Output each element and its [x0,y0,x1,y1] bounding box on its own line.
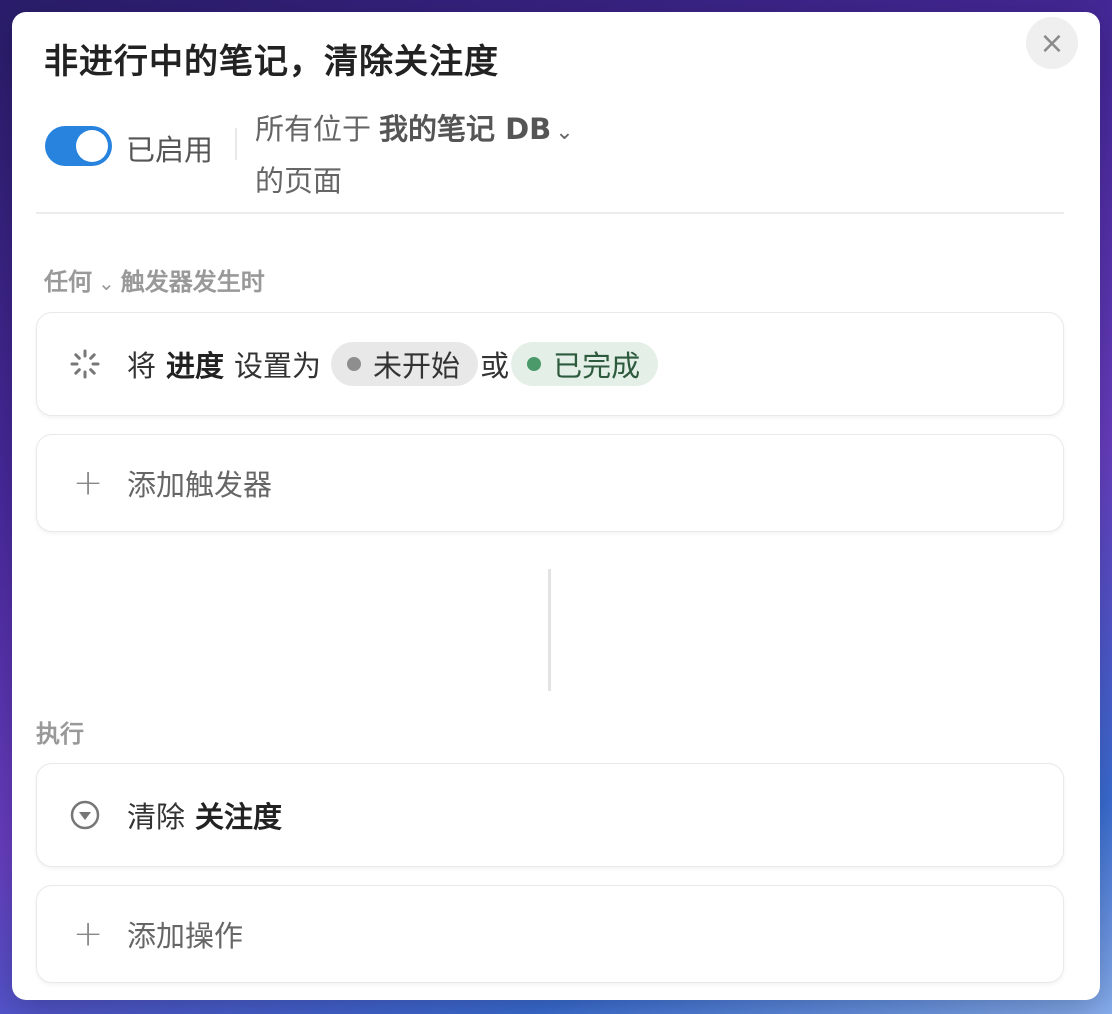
trigger-card[interactable]: 将 进度 设置为 未开始 或 已完成 [36,312,1064,416]
action-card[interactable]: 清除 关注度 [36,763,1064,867]
chevron-down-icon: ⌄ [555,120,574,145]
header-divider [36,212,1064,214]
status-dot [347,357,362,371]
or-text: 或 [480,349,510,383]
divider [235,128,237,160]
trigger-property[interactable]: 进度 [166,343,224,385]
action-description: 清除 关注度 [127,794,292,836]
database-name: 我的笔记 DB [379,112,552,146]
action-property[interactable]: 关注度 [195,794,282,836]
status-label: 未开始 [373,349,461,383]
trigger-section-header: 任何 ⌄ 触发器发生时 [44,262,265,297]
plus-icon: + [73,913,104,955]
scope-suffix: 的页面 [255,164,343,198]
close-icon: × [1039,25,1065,61]
status-label: 已完成 [553,349,641,383]
add-action-button[interactable]: + 添加操作 [36,885,1064,983]
trigger-verb: 将 [127,349,157,383]
action-section-label: 执行 [36,720,84,748]
enabled-toggle[interactable] [45,126,112,166]
automation-dialog: 非进行中的笔记，清除关注度 × 已启用 所有位于 我的笔记 DB ⌄ 的页面 任何 ⌄… [12,12,1100,1000]
scope-text: 所有位于 我的笔记 DB ⌄ 的页面 [255,105,635,205]
status-pill-done[interactable]: 已完成 [511,342,659,386]
add-trigger-button[interactable]: + 添加触发器 [36,434,1064,532]
status-pill-not-started[interactable]: 未开始 [331,342,479,386]
add-trigger-label: 添加触发器 [127,468,273,502]
trigger-description: 将 进度 设置为 未开始 或 已完成 [127,342,659,386]
close-button[interactable]: × [1026,17,1078,69]
scope-prefix: 所有位于 [255,112,372,146]
dialog-title: 非进行中的笔记，清除关注度 [44,42,499,82]
trigger-set-to: 设置为 [234,349,322,383]
flow-connector [548,569,551,691]
add-action-label: 添加操作 [127,919,244,953]
status-dot [527,357,542,371]
loading-spinner-icon [69,348,101,380]
circle-arrow-down-icon [69,799,101,831]
chevron-down-icon[interactable]: ⌄ [98,271,115,295]
trigger-mode-selector[interactable]: 任何 [44,268,92,296]
database-selector[interactable]: 我的笔记 DB ⌄ [379,112,574,146]
toggle-knob [76,130,108,162]
plus-icon: + [73,462,104,504]
action-verb: 清除 [127,800,186,834]
trigger-section-label: 触发器发生时 [120,268,265,296]
enabled-label: 已启用 [126,133,214,167]
